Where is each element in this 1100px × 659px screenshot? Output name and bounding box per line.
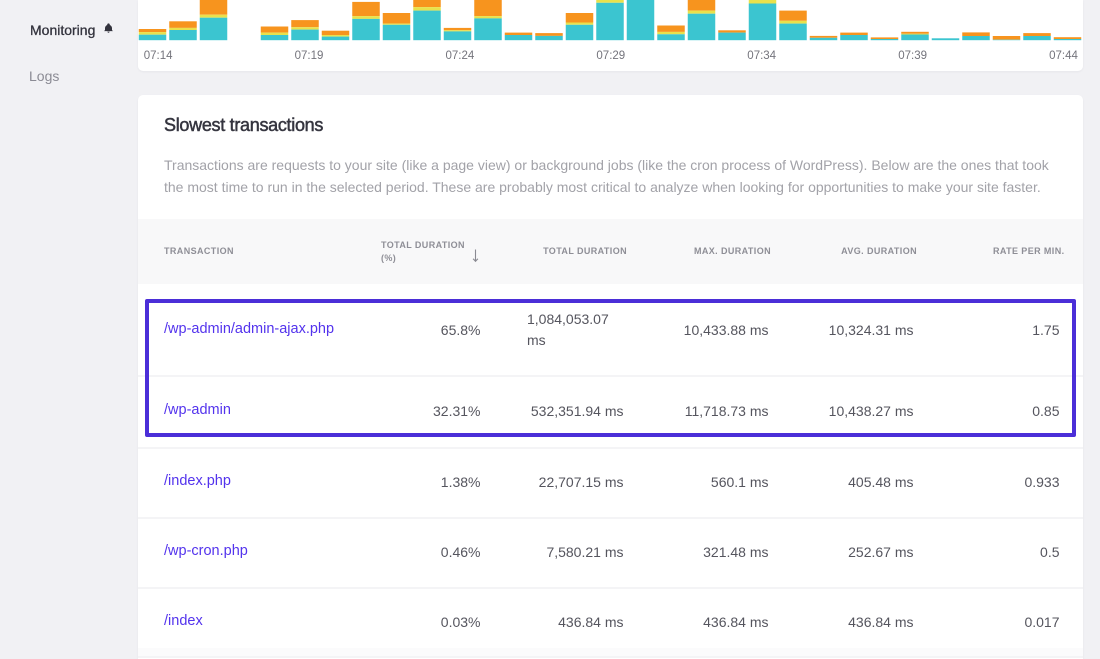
svg-text:07:14: 07:14 [144,50,173,62]
svg-text:07:19: 07:19 [295,50,324,62]
svg-text:07:34: 07:34 [747,50,776,62]
svg-text:07:44: 07:44 [1049,50,1078,62]
svg-text:07:24: 07:24 [446,50,475,62]
svg-text:07:39: 07:39 [898,50,927,62]
svg-text:07:29: 07:29 [596,50,625,62]
